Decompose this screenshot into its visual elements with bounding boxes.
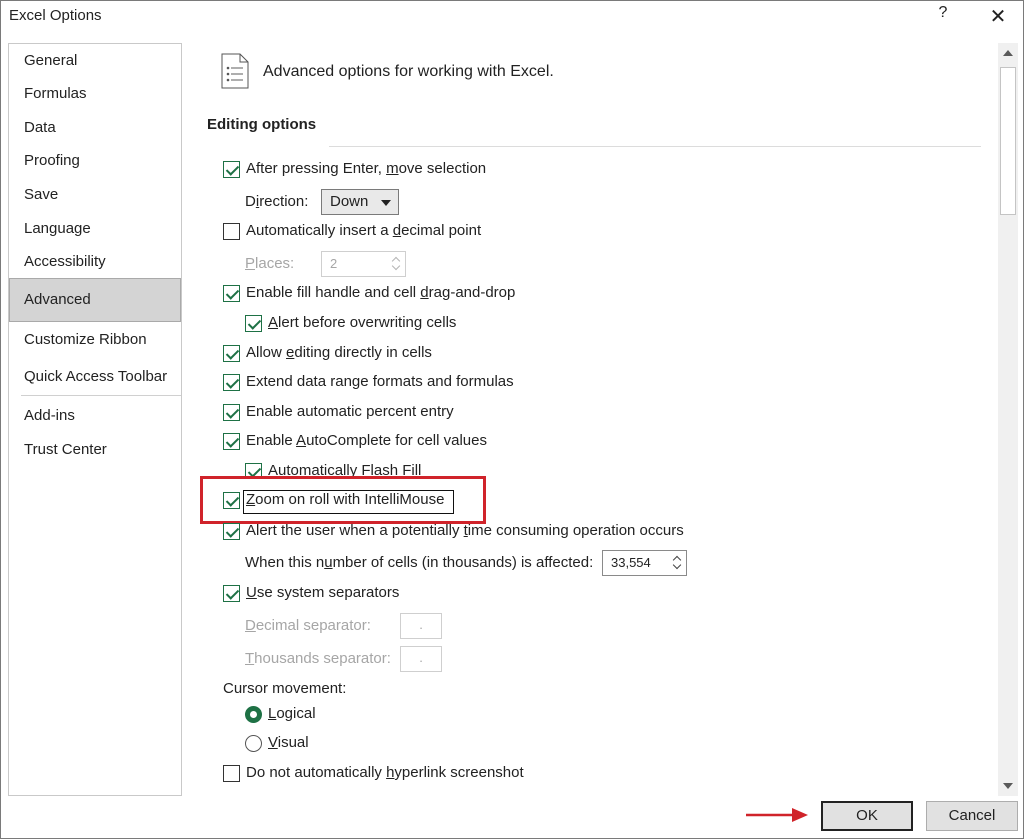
vertical-scrollbar[interactable] — [998, 43, 1018, 796]
sidebar-item-customize-ribbon[interactable]: Customize Ribbon — [9, 325, 181, 355]
fill-handle-checkbox[interactable] — [223, 285, 240, 302]
decimal-separator-label: Decimal separator: — [245, 617, 371, 634]
percent-entry-checkbox[interactable] — [223, 404, 240, 421]
thousands-separator-field[interactable]: . — [400, 646, 442, 672]
scrollbar-thumb[interactable] — [1000, 67, 1016, 215]
alert-overwrite-label: Alert before overwriting cells — [268, 314, 457, 331]
help-icon[interactable]: ? — [933, 4, 953, 28]
after-enter-checkbox[interactable] — [223, 161, 240, 178]
cells-affected-stepper[interactable]: 33,554 — [602, 550, 687, 576]
fill-handle-label: Enable fill handle and cell drag-and-dro… — [246, 284, 516, 301]
section-divider — [329, 146, 981, 147]
sidebar-item-proofing[interactable]: Proofing — [9, 146, 181, 176]
zoom-roll-checkbox[interactable] — [223, 492, 240, 509]
direction-label: Direction: — [245, 193, 309, 210]
sidebar-item-add-ins[interactable]: Add-ins — [9, 401, 181, 431]
section-title-editing: Editing options — [207, 116, 317, 133]
system-separators-checkbox[interactable] — [223, 585, 240, 602]
allow-editing-checkbox[interactable] — [223, 345, 240, 362]
stepper-down-icon[interactable] — [673, 564, 681, 570]
cancel-button[interactable]: Cancel — [926, 801, 1018, 831]
window-title: Excel Options — [9, 7, 102, 24]
direction-dropdown[interactable]: Down — [321, 189, 399, 215]
visual-label: Visual — [268, 734, 309, 751]
autocomplete-checkbox[interactable] — [223, 433, 240, 450]
sidebar: General Formulas Data Proofing Save Lang… — [8, 43, 182, 796]
sidebar-item-save[interactable]: Save — [9, 180, 181, 210]
visual-radio[interactable] — [245, 735, 262, 752]
sidebar-item-language[interactable]: Language — [9, 214, 181, 244]
alert-time-checkbox[interactable] — [223, 523, 240, 540]
document-list-icon — [221, 53, 249, 89]
cells-affected-label: When this number of cells (in thousands)… — [245, 554, 594, 571]
stepper-down-icon[interactable] — [392, 265, 400, 271]
places-label: Places: — [245, 255, 295, 272]
dialog-window: Excel Options ? ✕ General Formulas Data … — [0, 0, 1024, 839]
close-icon[interactable]: ✕ — [987, 4, 1009, 28]
advanced-options-panel: Advanced options for working with Excel.… — [197, 43, 997, 796]
chevron-down-icon — [381, 200, 391, 206]
system-separators-label: Use system separators — [246, 584, 400, 601]
thousands-separator-label: Thousands separator: — [245, 650, 391, 667]
extend-formats-label: Extend data range formats and formulas — [246, 373, 514, 390]
cursor-movement-label: Cursor movement: — [223, 680, 347, 697]
percent-entry-label: Enable automatic percent entry — [246, 403, 454, 420]
sidebar-item-accessibility[interactable]: Accessibility — [9, 247, 181, 277]
sidebar-item-quick-access-toolbar[interactable]: Quick Access Toolbar — [9, 362, 181, 392]
sidebar-item-advanced[interactable]: Advanced — [9, 278, 181, 322]
arrow-annotation-icon — [746, 808, 808, 822]
hyperlink-screenshot-label: Do not automatically hyperlink screensho… — [246, 764, 524, 781]
title-bar: Excel Options ? ✕ — [1, 1, 1024, 33]
sidebar-item-formulas[interactable]: Formulas — [9, 79, 181, 109]
logical-label: Logical — [268, 705, 316, 722]
ok-button[interactable]: OK — [821, 801, 913, 831]
sidebar-item-general[interactable]: General — [9, 46, 181, 76]
hyperlink-screenshot-checkbox[interactable] — [223, 765, 240, 782]
autocomplete-label: Enable AutoComplete for cell values — [246, 432, 487, 449]
zoom-roll-label: Zoom on roll with IntelliMouse — [246, 491, 445, 508]
logical-radio[interactable] — [245, 706, 262, 723]
page-heading: Advanced options for working with Excel. — [263, 63, 554, 80]
places-stepper[interactable]: 2 — [321, 251, 406, 277]
sidebar-item-data[interactable]: Data — [9, 113, 181, 143]
extend-formats-checkbox[interactable] — [223, 374, 240, 391]
sidebar-divider — [21, 395, 181, 396]
scroll-up-icon[interactable] — [998, 43, 1018, 63]
alert-overwrite-checkbox[interactable] — [245, 315, 262, 332]
alert-time-label: Alert the user when a potentially time c… — [246, 522, 684, 539]
decimal-separator-field[interactable]: . — [400, 613, 442, 639]
after-enter-label: After pressing Enter, move selection — [246, 160, 487, 177]
decimal-point-label: Automatically insert a decimal point — [246, 222, 482, 239]
decimal-point-checkbox[interactable] — [223, 223, 240, 240]
sidebar-item-trust-center[interactable]: Trust Center — [9, 435, 181, 465]
allow-editing-label: Allow editing directly in cells — [246, 344, 432, 361]
scroll-down-icon[interactable] — [998, 776, 1018, 796]
